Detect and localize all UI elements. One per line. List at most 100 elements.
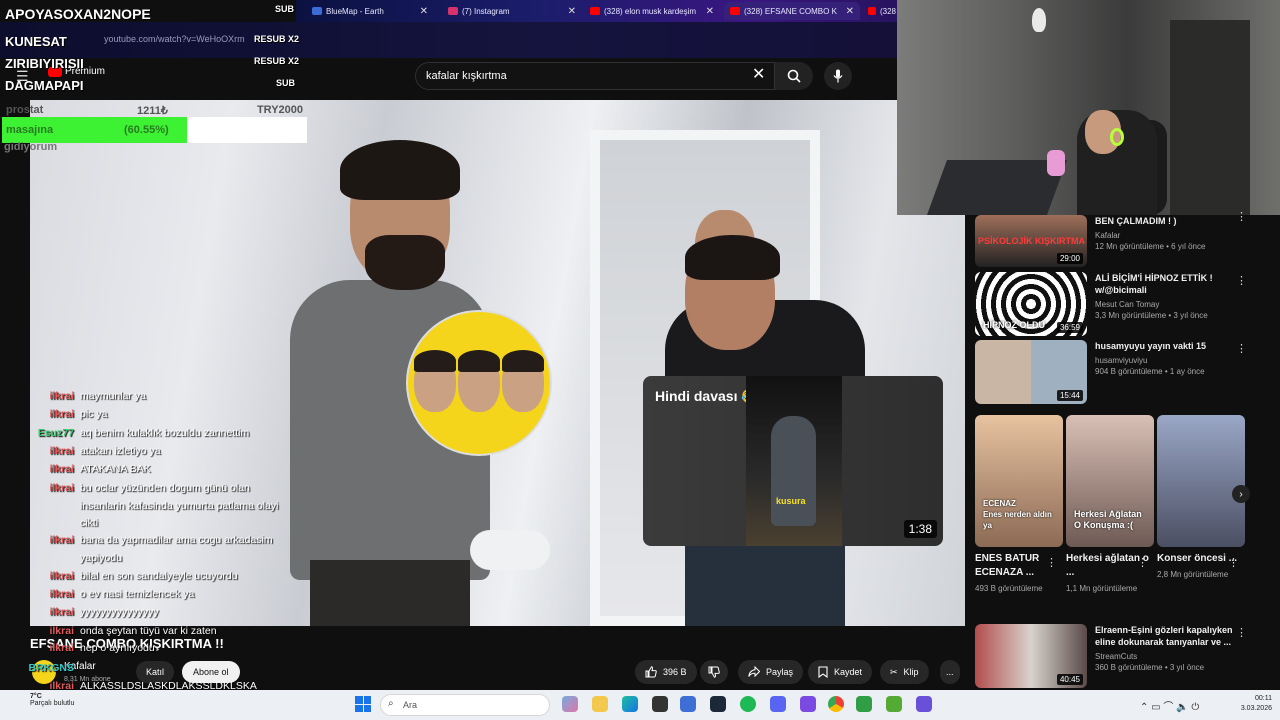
chat-text: bilal en son sandalyeyle ucuyordu [80, 570, 238, 582]
tab-instagram[interactable]: (7) Instagram ✕ [442, 2, 582, 20]
weather-temp: 7°C [30, 693, 42, 700]
goal-progress-bar: masajına (60.55%) [2, 117, 307, 143]
close-tab-icon[interactable]: ✕ [706, 6, 714, 17]
clock[interactable]: 00:11 3.03.2026 [1224, 694, 1272, 714]
more-options-icon[interactable]: ⋮ [1046, 556, 1057, 569]
windows-taskbar: 7°C Parçalı bulutlu Ara ⌕ ⌃ ▭ ⌒ 🔈 ⏻ 00:1… [0, 690, 1280, 720]
bookmark-icon [818, 666, 828, 678]
chat-text: atakan izletiyo ya [80, 445, 161, 457]
twitch-icon[interactable] [800, 696, 816, 712]
short-caption: Herkesi Ağlatan O Konuşma :( [1074, 509, 1142, 530]
more-actions-button[interactable]: ... [940, 660, 960, 684]
goal-header: prostat 1211₺ TRY2000 [4, 103, 305, 117]
latest-subscriber-name: APOYASOXAN2NOPE [5, 6, 151, 22]
recommended-video[interactable]: PSİKOLOJİK KIŞKIRTMA 29:00 BEN ÇALMADIM … [975, 215, 1245, 267]
video-duration: 29:00 [1056, 253, 1083, 264]
tab-label: BlueMap - Earth [326, 6, 384, 16]
clock-time: 00:11 [1255, 695, 1272, 702]
thumbnail-text: HİPNOZ OLDU [983, 320, 1045, 330]
more-options-icon[interactable]: ⋮ [1236, 626, 1247, 639]
goal-title: prostat [6, 104, 44, 116]
app-icon[interactable] [916, 696, 932, 712]
windows-start-icon[interactable] [355, 696, 371, 712]
steam-icon[interactable] [710, 696, 726, 712]
tab-bluemap[interactable]: BlueMap - Earth ✕ [306, 2, 434, 20]
channel-name: StreamCuts [1095, 652, 1138, 661]
goal-label: masajına [6, 124, 54, 136]
weather-widget[interactable]: 7°C Parçalı bulutlu [30, 693, 74, 707]
goal-subtitle: gidiyorum [4, 141, 58, 153]
url-field[interactable]: youtube.com/watch?v=WeHoOXrm [80, 30, 900, 50]
card-title: Hindi davası 😂 [655, 388, 759, 404]
video-thumbnail: 15:44 [975, 340, 1087, 404]
recommended-video[interactable]: 40:45 Elraenn-Eşini gözleri kapalıyken e… [975, 624, 1245, 688]
chrome-icon[interactable] [828, 696, 844, 712]
chat-username: ilkrai [49, 482, 74, 494]
recommended-video[interactable]: 15:44 husamyuyu yayın vakti 15 husamviyu… [975, 340, 1245, 404]
spotify-icon[interactable] [740, 696, 756, 712]
close-tab-icon[interactable]: ✕ [568, 6, 576, 17]
app-icon[interactable] [680, 696, 696, 712]
short-thumbnail[interactable]: Herkesi Ağlatan O Konuşma :( [1066, 415, 1154, 547]
channel-name: husamviyuviyu [1095, 356, 1148, 365]
close-tab-icon[interactable]: ✕ [846, 6, 854, 17]
more-options-icon[interactable]: ⋮ [1137, 556, 1148, 569]
file-explorer-icon[interactable] [592, 696, 608, 712]
weather-desc: Parçalı bulutlu [30, 700, 75, 707]
discord-icon[interactable] [770, 696, 786, 712]
video-title: husamyuyu yayın vakti 15 [1095, 341, 1207, 351]
globe-icon [312, 7, 322, 15]
youtube-icon [730, 7, 740, 15]
tab-youtube-partial[interactable]: (328 [862, 2, 900, 20]
chat-text: bu oclar yüzünden dogum günü olan insanl… [80, 482, 279, 529]
chat-username: ilkrai [49, 606, 74, 618]
save-button[interactable]: Kaydet [808, 660, 873, 684]
tab-youtube-elon[interactable]: (328) elon musk kardeşim ✕ [584, 2, 720, 20]
dislike-button[interactable] [700, 660, 728, 684]
channel-name: Mesut Can Tomay [1095, 300, 1160, 309]
save-label: Kaydet [834, 667, 863, 677]
store-icon[interactable] [652, 696, 668, 712]
like-button[interactable]: 396 B [635, 660, 697, 684]
tab-label: (328) EFSANE COMBO K [744, 6, 837, 16]
more-options-icon[interactable]: ⋮ [1228, 556, 1239, 569]
search-input[interactable]: kafalar kışkırtma [415, 62, 775, 90]
sub-event-tag: RESUB X2 [254, 34, 300, 44]
like-count: 396 B [663, 667, 687, 677]
short-thumbnail[interactable] [1157, 415, 1245, 547]
end-screen-video-card[interactable]: Hindi davası 😂 kusura 1:38 [643, 376, 943, 546]
goal-percent: (60.55%) [124, 124, 169, 136]
app-icon[interactable] [886, 696, 902, 712]
voice-search-button[interactable] [824, 62, 852, 90]
more-options-icon[interactable]: ⋮ [1236, 210, 1247, 223]
chat-text: bana da yapmadilar ama cogu arkadasim ya… [80, 534, 273, 564]
more-options-icon[interactable]: ⋮ [1236, 274, 1247, 287]
chat-text: yyyyyyyyyyyyyyy [80, 606, 159, 618]
sub-event-tag: SUB [276, 78, 296, 88]
video-title: ALİ BİÇİM'İ HİPNOZ ETTİK ! w/@bicimali [1095, 273, 1213, 295]
goal-current: 1211₺ [137, 105, 168, 117]
chat-username: ilkrai [49, 588, 74, 600]
recommended-video[interactable]: HİPNOZ OLDU 36:59 ALİ BİÇİM'İ HİPNOZ ETT… [975, 272, 1245, 336]
edge-icon[interactable] [622, 696, 638, 712]
more-options-icon[interactable]: ⋮ [1236, 342, 1247, 355]
clear-search-icon[interactable]: ✕ [752, 64, 765, 84]
chat-username: Esuz77 [37, 427, 74, 439]
sub-tag: SUB [275, 4, 295, 14]
short-thumbnail[interactable]: ECENAZ Enes nerden aldın ya [975, 415, 1063, 547]
close-tab-icon[interactable]: ✕ [420, 6, 428, 17]
chat-username: ilkrai [49, 445, 74, 457]
youtube-icon [590, 7, 600, 15]
share-button[interactable]: Paylaş [738, 660, 804, 684]
chat-username: ilkrai [49, 642, 74, 654]
clip-button[interactable]: ✂ Klip [880, 660, 929, 684]
chevron-right-icon[interactable]: › [1232, 485, 1250, 503]
channel-name: Kafalar [1095, 231, 1121, 240]
minecraft-icon[interactable] [856, 696, 872, 712]
taskbar-search-input[interactable]: Ara [380, 694, 550, 716]
copilot-icon[interactable] [562, 696, 578, 712]
chat-text: ATAKANA BAK [80, 463, 151, 475]
tab-youtube-efsane[interactable]: (328) EFSANE COMBO K ✕ [724, 2, 860, 20]
system-tray[interactable]: ⌃ ▭ ⌒ 🔈 ⏻ [1140, 698, 1199, 713]
search-button[interactable] [775, 62, 813, 90]
